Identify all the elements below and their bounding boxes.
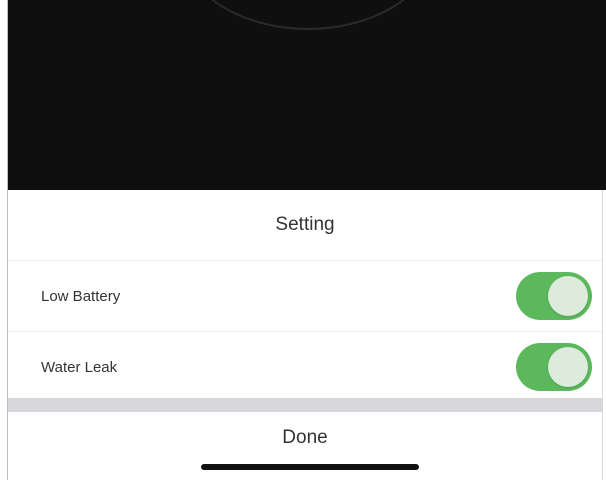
background-arc-shape (178, 0, 438, 30)
low-battery-label: Low Battery (41, 287, 121, 305)
screen: Setting Low Battery Water Leak Done (0, 0, 606, 480)
water-leak-toggle[interactable] (516, 343, 592, 391)
dimmed-background[interactable] (8, 0, 606, 190)
section-separator (8, 398, 602, 412)
low-battery-toggle[interactable] (516, 272, 592, 320)
home-indicator (201, 464, 419, 470)
setting-row-water-leak: Water Leak (8, 332, 602, 402)
right-edge-line (602, 190, 603, 480)
water-leak-label: Water Leak (41, 358, 118, 376)
setting-row-low-battery: Low Battery (8, 261, 602, 331)
toggle-knob (548, 276, 588, 316)
toggle-knob (548, 347, 588, 387)
setting-action-sheet: Setting Low Battery Water Leak Done (8, 190, 602, 480)
sheet-title: Setting (275, 214, 335, 235)
